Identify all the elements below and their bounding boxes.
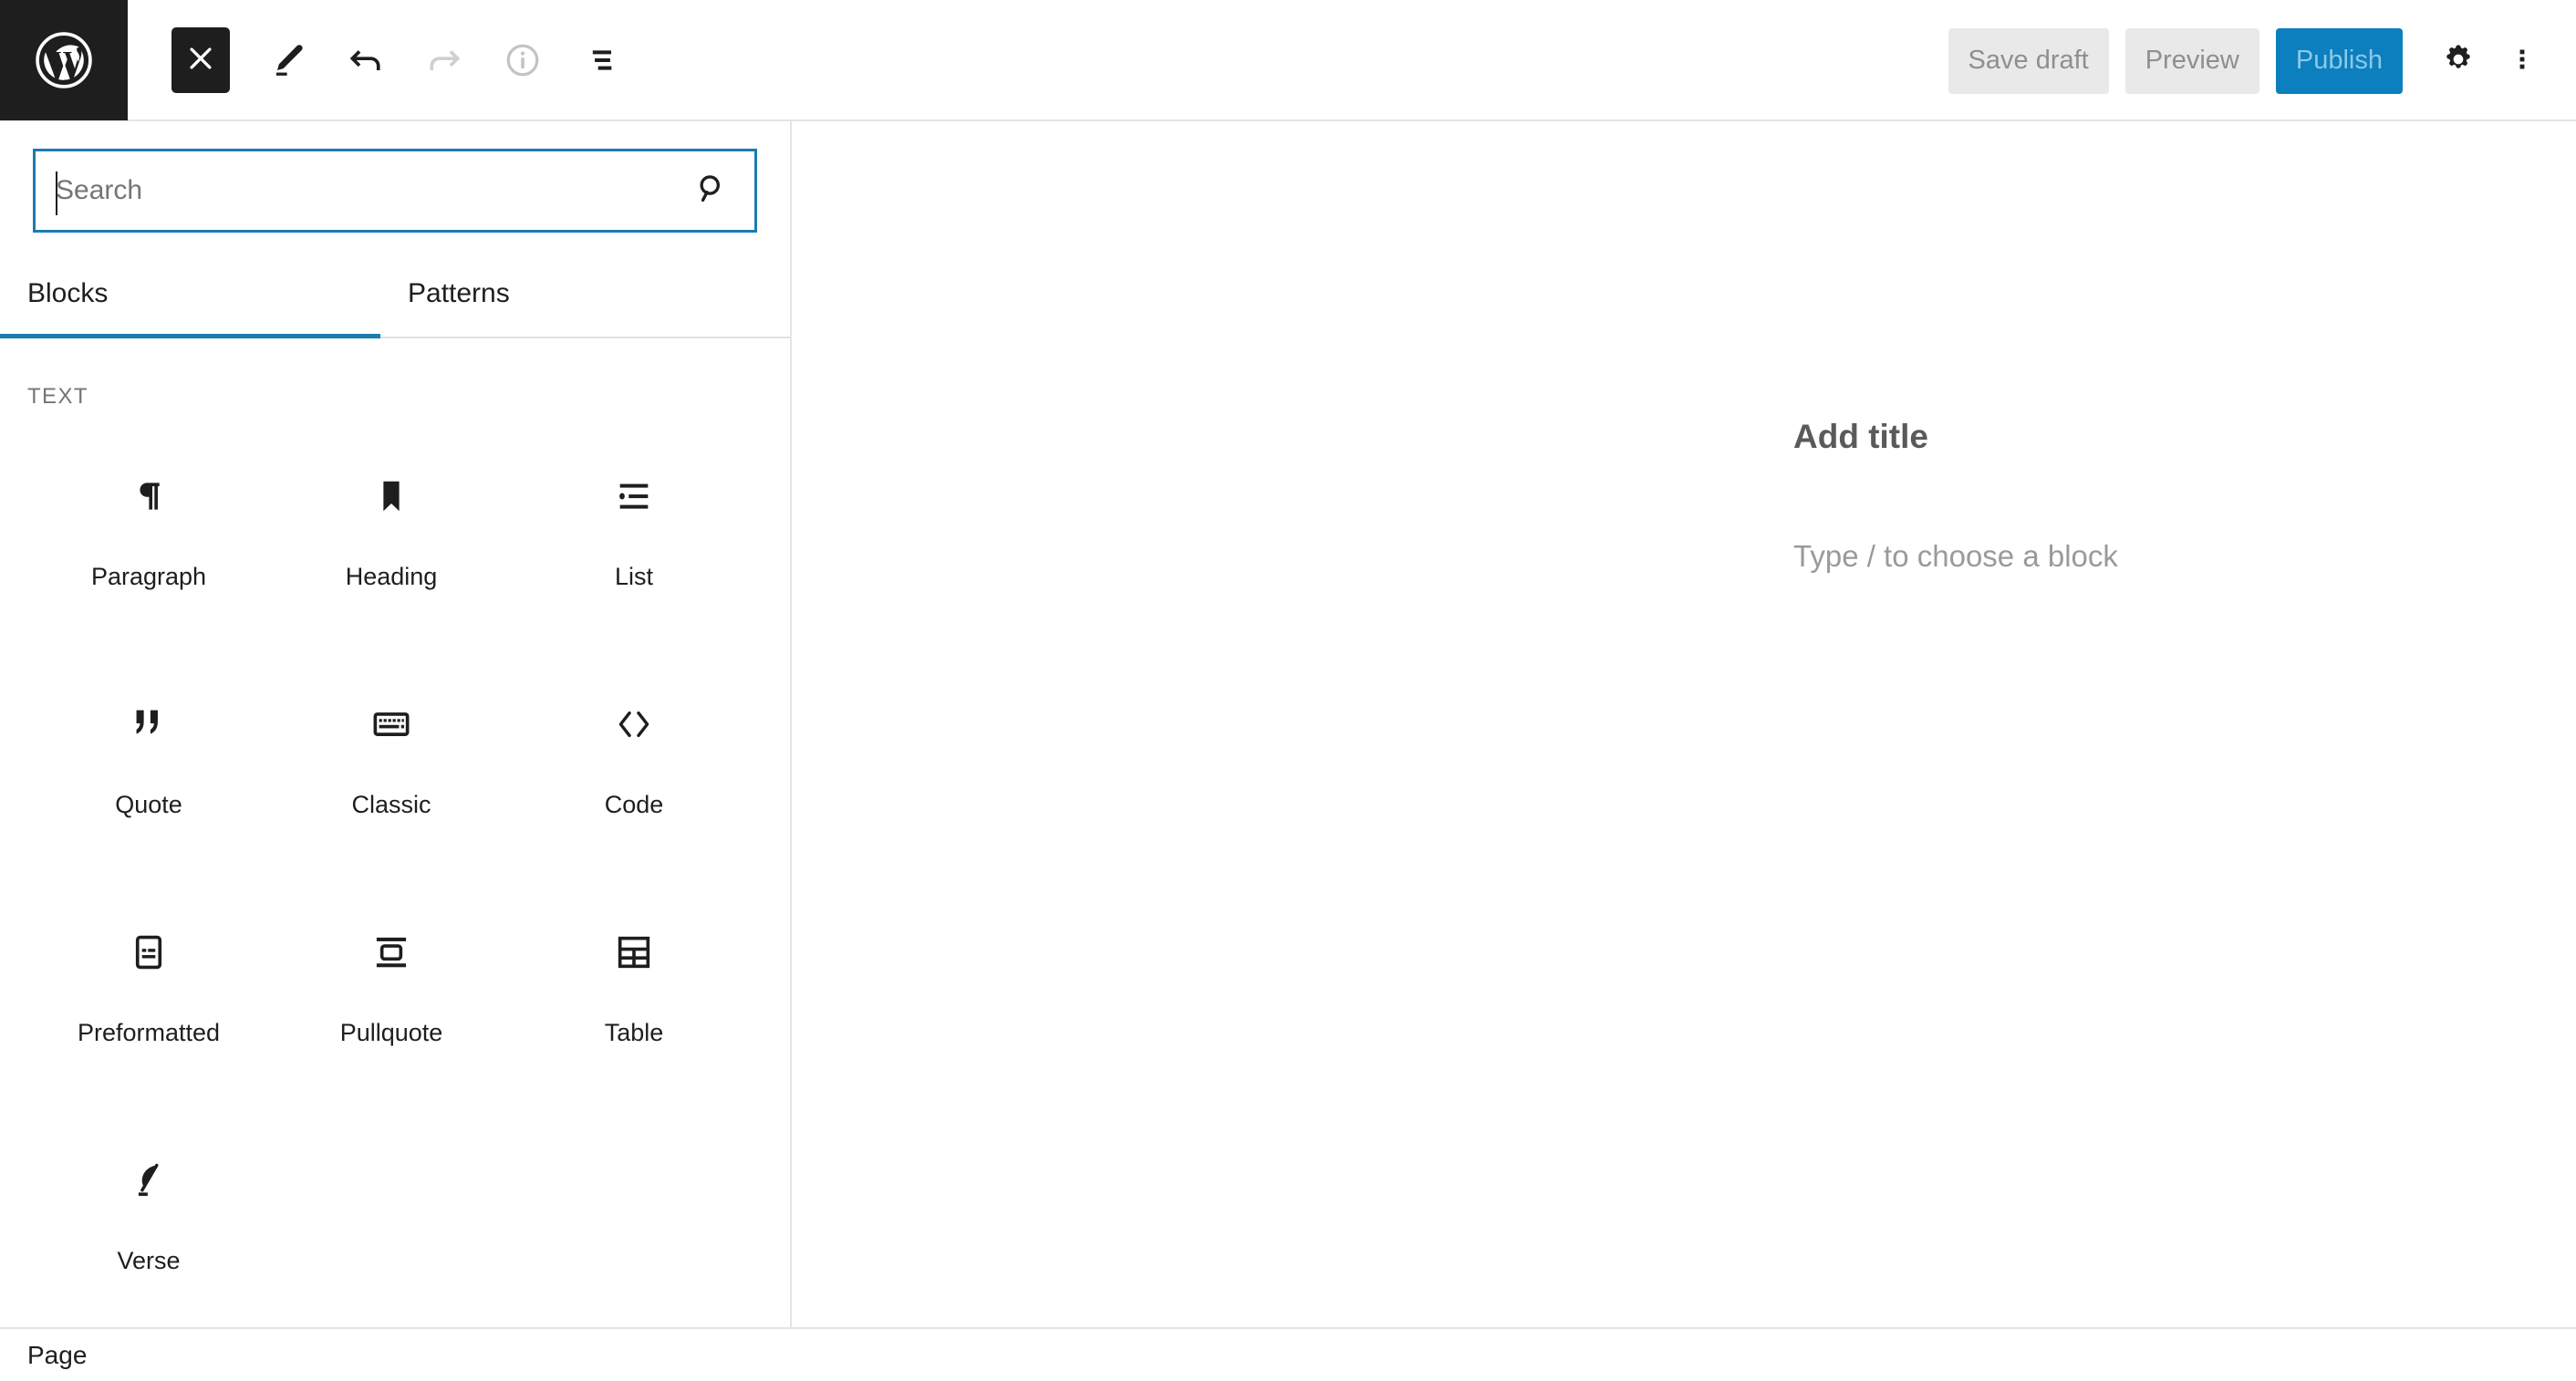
list-view-button[interactable] [562,21,640,99]
more-options-button[interactable] [2490,29,2554,93]
settings-button[interactable] [2426,29,2490,93]
block-item-label: Pullquote [339,1019,443,1046]
breadcrumb[interactable]: Page [27,1341,87,1370]
redo-arrow-icon [424,40,464,80]
block-item-label: List [614,563,654,590]
block-item-classic[interactable]: Classic [270,658,513,886]
edit-mode-button[interactable] [248,21,327,99]
editor-header: Save draft Preview Publish [0,0,2576,121]
save-draft-button[interactable]: Save draft [1948,27,2109,94]
block-item-code[interactable]: Code [513,658,755,886]
block-item-quote[interactable]: Quote [27,658,270,886]
block-item-preformatted[interactable]: Preformatted [27,886,270,1114]
header-right-toolbar: Save draft Preview Publish [1948,0,2576,121]
angle-brackets-icon [613,696,655,753]
bookmark-icon [370,468,412,524]
search-box[interactable] [33,149,757,233]
block-item-list[interactable]: List [513,430,755,658]
block-item-paragraph[interactable]: Paragraph [27,430,270,658]
block-item-label: Preformatted [77,1019,221,1046]
block-item-label: Paragraph [90,563,207,590]
close-icon [185,43,216,77]
block-item-pullquote[interactable]: Pullquote [270,886,513,1114]
list-view-icon [581,40,621,80]
feather-quill-icon [128,1152,170,1209]
header-left-toolbar [128,21,640,99]
text-cursor [56,171,57,215]
preview-button[interactable]: Preview [2124,27,2259,94]
preformatted-icon [128,924,170,981]
table-grid-icon [613,924,655,981]
publish-button[interactable]: Publish [2275,27,2403,94]
block-item-label: Table [604,1019,664,1046]
tab-patterns[interactable]: Patterns [380,278,761,337]
pencil-icon [267,40,307,80]
block-item-label: Heading [345,563,438,590]
block-item-label: Quote [115,791,182,818]
details-button[interactable] [483,21,562,99]
wordpress-logo-icon[interactable] [0,0,128,120]
tab-blocks[interactable]: Blocks [0,278,380,338]
default-block-appender[interactable]: Type / to choose a block [1793,539,2118,574]
list-icon [613,468,655,524]
pilcrow-icon [128,468,170,524]
redo-button[interactable] [405,21,483,99]
quotation-marks-icon [128,696,170,753]
keyboard-icon [370,696,412,753]
search-area [0,121,790,233]
block-item-table[interactable]: Table [513,886,755,1114]
inserter-tabs: Blocks Patterns [0,278,790,338]
block-item-label: Code [604,791,664,818]
gear-icon [2440,41,2477,80]
block-item-verse[interactable]: Verse [27,1114,270,1327]
category-label-text: TEXT [27,384,88,409]
undo-button[interactable] [327,21,405,99]
block-item-label: Classic [351,791,431,818]
block-item-label: Verse [117,1247,181,1274]
pullquote-icon [370,924,412,981]
undo-arrow-icon [346,40,386,80]
search-input[interactable] [36,151,754,230]
post-title-input[interactable]: Add title [1793,418,1928,456]
more-vertical-icon [2507,41,2538,80]
editor-canvas[interactable]: Add title Type / to choose a block [792,121,2576,1327]
info-circle-icon [503,40,543,80]
blocks-list[interactable]: TEXT Paragraph Heading List Quote Classi… [0,338,790,1327]
block-inserter-panel: Blocks Patterns TEXT Paragraph [0,121,792,1327]
search-icon [692,170,731,213]
close-editor-button[interactable] [171,26,230,93]
block-item-heading[interactable]: Heading [270,430,513,658]
editor-body: Blocks Patterns TEXT Paragraph [0,121,2576,1327]
editor-footer-breadcrumb-bar: Page [0,1327,2576,1381]
wordpress-block-editor: Save draft Preview Publish Search Blocks… [0,0,2576,1381]
block-type-grid: Paragraph Heading List Quote Classic Cod… [0,430,790,1327]
